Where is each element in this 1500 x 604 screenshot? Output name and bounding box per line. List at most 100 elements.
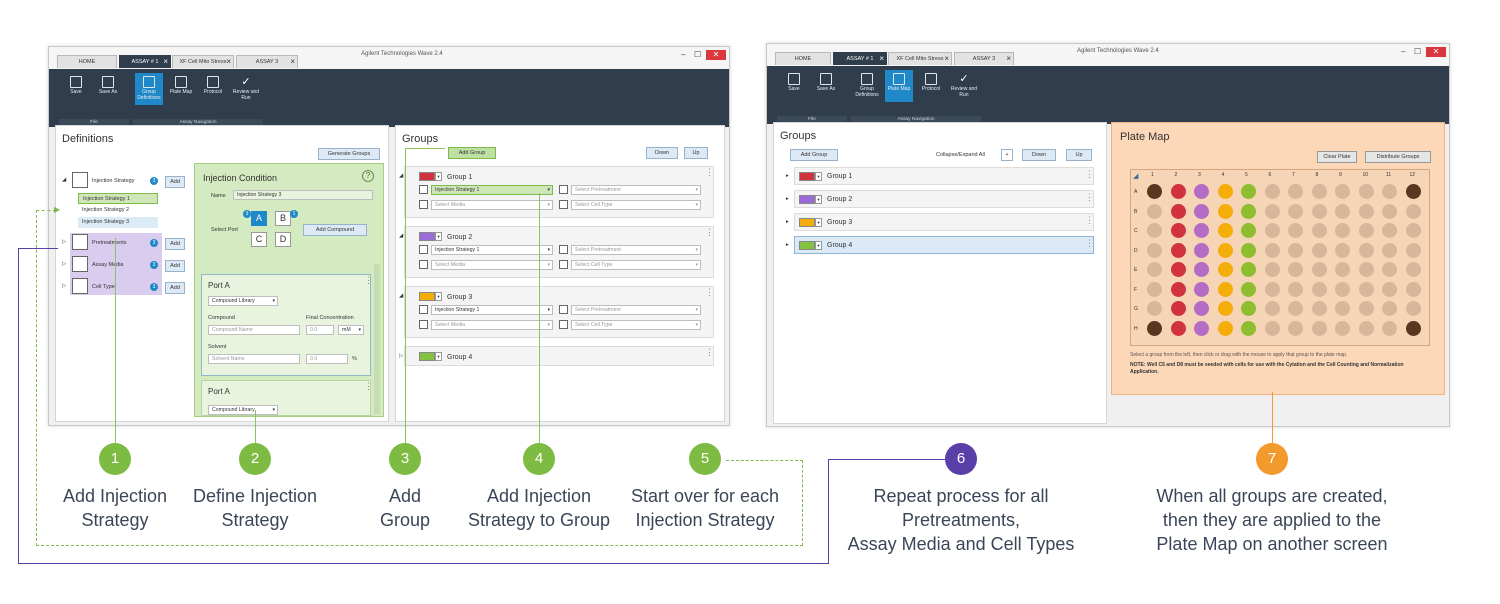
plate-well[interactable]	[1405, 320, 1421, 336]
expand-arrow-icon[interactable]: ◢	[399, 173, 403, 179]
add-pretreatment-button[interactable]: Add	[165, 238, 185, 250]
plate-well[interactable]	[1217, 184, 1233, 199]
plate-well[interactable]	[1382, 281, 1397, 297]
compound-library-select[interactable]: Compound Library ▾	[208, 296, 278, 306]
plate-well[interactable]	[1358, 320, 1374, 336]
plate-well[interactable]	[1217, 301, 1233, 316]
dropdown-arrow-icon[interactable]: ▾	[435, 232, 442, 241]
plate-well[interactable]	[1358, 203, 1374, 219]
media-select[interactable]: Select Media ▾	[431, 200, 553, 210]
compound-library-select-2[interactable]: Compound Library ▾	[208, 405, 278, 415]
group-row[interactable]: ▸ ▾ Group 4 ⋮	[786, 236, 1094, 254]
tab-assay-1[interactable]: ASSAY # 1 ×	[119, 55, 171, 68]
expand-arrow-icon[interactable]: ◢	[62, 177, 66, 183]
port-d[interactable]: D	[275, 232, 291, 247]
plate-well[interactable]	[1358, 184, 1374, 199]
plate-well[interactable]	[1264, 184, 1280, 199]
plate-well[interactable]	[1288, 223, 1303, 238]
media-select[interactable]: Select Media ▾	[431, 320, 553, 330]
plate-well[interactable]	[1264, 262, 1280, 277]
plate-well[interactable]	[1405, 301, 1421, 316]
group-row[interactable]: ▸ ▾ Group 1 ⋮	[786, 167, 1094, 185]
plate-well[interactable]	[1382, 203, 1397, 219]
plate-well[interactable]	[1147, 223, 1162, 238]
port-a[interactable]: A	[251, 211, 267, 226]
plate-well[interactable]	[1335, 281, 1350, 297]
injection-strategy-select[interactable]: Injection Strategy 1 ▾	[431, 245, 553, 255]
dropdown-arrow-icon[interactable]: ▾	[435, 292, 442, 301]
plate-well[interactable]	[1311, 184, 1327, 199]
plate-well[interactable]	[1217, 242, 1233, 258]
add-group-button[interactable]: Add Group	[448, 147, 496, 159]
plate-well[interactable]	[1241, 242, 1256, 258]
more-options-icon[interactable]: ⋮	[705, 348, 714, 357]
cell-type-select[interactable]: Select Cell Type ▾	[571, 320, 701, 330]
group-color-swatch[interactable]	[419, 172, 435, 181]
add-group-button[interactable]: Add Group	[790, 149, 838, 161]
more-options-icon[interactable]: ⋮	[705, 168, 714, 177]
plate-well[interactable]	[1405, 223, 1421, 238]
dropdown-arrow-icon[interactable]: ▾	[815, 195, 822, 204]
expand-arrow-icon[interactable]: ◢	[399, 293, 403, 299]
plate-well[interactable]	[1358, 281, 1374, 297]
plate-well[interactable]	[1335, 184, 1350, 199]
more-options-icon[interactable]: ⋮	[1085, 216, 1094, 225]
plate-well[interactable]	[1170, 184, 1186, 199]
plate-well[interactable]	[1147, 281, 1162, 297]
minimize-button[interactable]: –	[681, 50, 685, 60]
plate-well[interactable]	[1147, 242, 1162, 258]
up-button[interactable]: Up	[1066, 149, 1092, 161]
close-icon[interactable]: ×	[290, 56, 295, 67]
add-icon[interactable]: +	[1001, 149, 1013, 161]
plate-well[interactable]	[1382, 262, 1397, 277]
plate-well[interactable]	[1194, 262, 1209, 277]
plate-well[interactable]	[1241, 281, 1256, 297]
maximize-button[interactable]: ☐	[1414, 47, 1421, 57]
plate-well[interactable]	[1264, 223, 1280, 238]
cell-type-select[interactable]: Select Cell Type ▾	[571, 260, 701, 270]
distribute-groups-button[interactable]: Distribute Groups	[1365, 151, 1431, 163]
plate-well[interactable]	[1194, 301, 1209, 316]
plate-well[interactable]	[1288, 281, 1303, 297]
more-options-icon[interactable]: ⋮	[364, 382, 373, 391]
down-button[interactable]: Down	[1022, 149, 1056, 161]
plate-well[interactable]	[1241, 223, 1256, 238]
plate-well[interactable]	[1217, 320, 1233, 336]
injection-strategy-select[interactable]: Injection Strategy 1 ▾	[431, 305, 553, 315]
plate-well[interactable]	[1311, 281, 1327, 297]
plate-well[interactable]	[1311, 203, 1327, 219]
dropdown-arrow-icon[interactable]: ▾	[435, 352, 442, 361]
tab-assay-3[interactable]: ASSAY 3 ×	[236, 55, 298, 68]
group-definitions-button[interactable]: Group Definitions	[853, 70, 881, 102]
expand-arrow-icon[interactable]: ◢	[399, 233, 403, 239]
solvent-percent-input[interactable]: 0.0	[306, 354, 348, 364]
expand-arrow-icon[interactable]: ▷	[399, 353, 403, 359]
plate-well[interactable]	[1335, 203, 1350, 219]
plate-well[interactable]	[1405, 281, 1421, 297]
plate-well[interactable]	[1147, 320, 1162, 336]
plate-well[interactable]	[1358, 301, 1374, 316]
plate-well[interactable]	[1170, 301, 1186, 316]
plate-well[interactable]	[1170, 281, 1186, 297]
plate-well[interactable]	[1241, 203, 1256, 219]
plate-well[interactable]	[1382, 301, 1397, 316]
plate-well[interactable]	[1217, 262, 1233, 277]
plate-well[interactable]	[1217, 223, 1233, 238]
dropdown-arrow-icon[interactable]: ▾	[815, 218, 822, 227]
plate-well[interactable]	[1170, 203, 1186, 219]
plate-well[interactable]	[1311, 242, 1327, 258]
plate-well[interactable]	[1288, 242, 1303, 258]
tab-home[interactable]: HOME	[57, 55, 117, 68]
plate-well[interactable]	[1170, 320, 1186, 336]
tab-mito-stress[interactable]: XF Cell Mito Stress ×	[888, 52, 952, 65]
close-button[interactable]: ✕	[706, 50, 726, 60]
save-as-button[interactable]: Save As	[812, 70, 840, 102]
plate-well[interactable]	[1358, 262, 1374, 277]
pretreatment-select[interactable]: Select Pretreatment ▾	[571, 185, 701, 195]
save-button[interactable]: Save	[780, 70, 808, 102]
group-color-swatch[interactable]	[799, 241, 815, 250]
concentration-unit-select[interactable]: mM ▾	[338, 325, 364, 335]
save-button[interactable]: Save	[62, 73, 90, 105]
plate-well[interactable]	[1147, 262, 1162, 277]
plate-map-button[interactable]: Plate Map	[885, 70, 913, 102]
